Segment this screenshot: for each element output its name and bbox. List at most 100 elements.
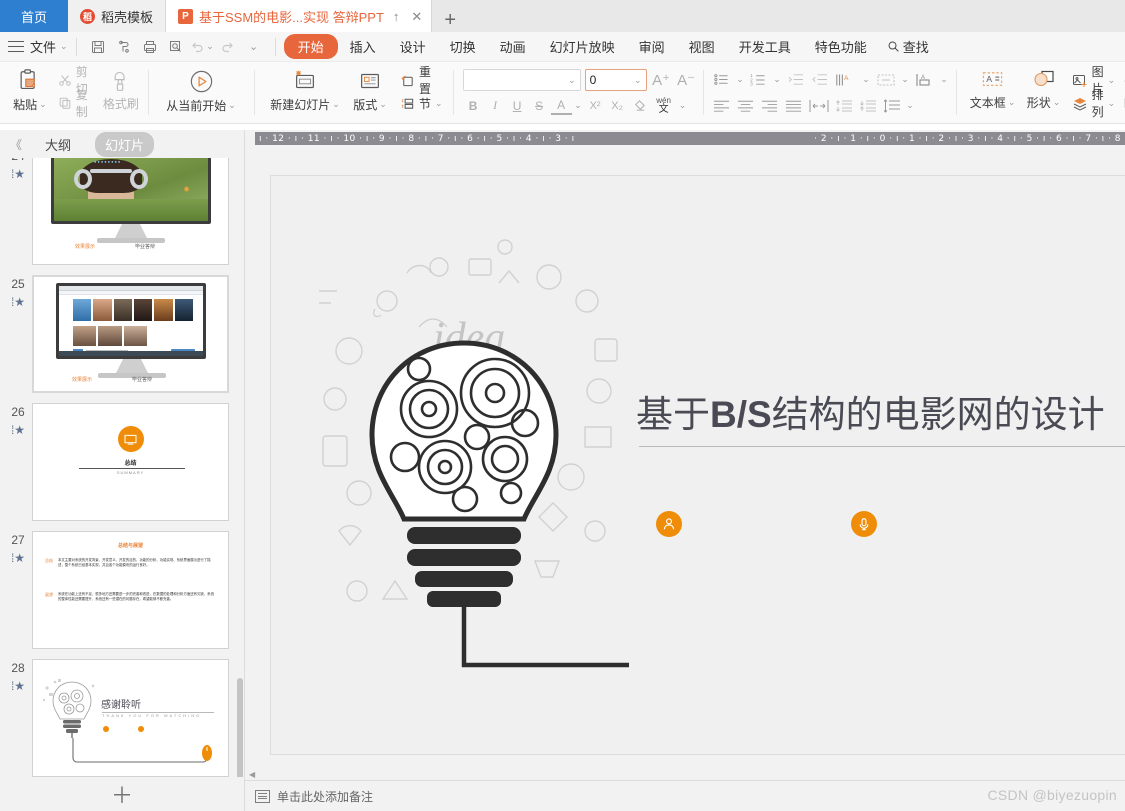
copy-button[interactable]: 复制 (54, 88, 100, 119)
ribbon-tab-features[interactable]: 特色功能 (803, 34, 879, 59)
align-right-button[interactable] (759, 95, 781, 116)
numbered-list-button[interactable]: 123 (748, 69, 770, 90)
subscript-button[interactable]: X₂ (607, 95, 628, 116)
tab-close-icon[interactable]: ✕ (408, 10, 425, 23)
ribbon-tab-developer[interactable]: 开发工具 (727, 34, 803, 59)
slide-thumbnail[interactable]: 总结与展望 总结 本文主要对系统的开发背景、开发意义、开发的目的、功能的分析、功… (32, 531, 229, 649)
reset-button[interactable]: 重置 (396, 65, 447, 96)
horizontal-ruler[interactable]: ı · 12 · ı · 11 · ı · 10 · ı · 9 · ı · 8… (245, 130, 1125, 147)
thumbnail-scrollbar[interactable] (237, 678, 243, 777)
microphone-icon[interactable] (851, 511, 877, 537)
grow-font-button[interactable]: A⁺ (651, 70, 672, 91)
slide-thumbnail[interactable]: 总结 SUMMARY (32, 403, 229, 521)
tab-upload-icon[interactable]: ↑ (390, 10, 403, 23)
horizontal-scrollbar[interactable]: ◀ (245, 768, 1125, 780)
font-color-dropdown-icon[interactable]: ⌄ (573, 95, 584, 116)
text-direction-button[interactable]: A (833, 69, 859, 90)
line-spacing-button[interactable] (881, 95, 903, 116)
layout-button[interactable]: 版式 ⌄ (344, 64, 396, 113)
tab-document[interactable]: P 基于SSM的电影...实现 答辩PPT ↑ ✕ (166, 0, 433, 32)
thumbnail-row[interactable]: 24 ⁞★ ✹ ●●●●●●●● (0, 158, 244, 272)
tab-slides[interactable]: 幻灯片 (95, 131, 155, 157)
new-slide-button[interactable]: 新建幻灯片 ⌄ (266, 64, 344, 113)
outline-button[interactable]: 轮 (1119, 92, 1125, 114)
shrink-font-button[interactable]: A⁻ (676, 70, 697, 91)
clear-format-button[interactable] (629, 95, 650, 116)
animation-star-icon[interactable]: ⁞★ (11, 424, 25, 436)
save-icon[interactable] (85, 35, 111, 59)
animation-star-icon[interactable]: ⁞★ (11, 680, 25, 692)
ribbon-tab-slideshow[interactable]: 幻灯片放映 (538, 34, 627, 59)
add-slide-button[interactable]: ＋ (0, 777, 244, 811)
file-menu[interactable]: 文件 ⌄ (30, 37, 68, 56)
start-from-current-button[interactable]: 从当前开始 ⌄ (162, 64, 240, 114)
text-direction-dropdown-icon[interactable]: ⌄ (861, 69, 872, 90)
animation-star-icon[interactable]: ⁞★ (11, 296, 25, 308)
justify-button[interactable] (783, 95, 805, 116)
bold-button[interactable]: B (463, 95, 484, 116)
convert-smartart-dropdown-icon[interactable]: ⌄ (939, 69, 950, 90)
animation-star-icon[interactable]: ⁞★ (11, 552, 25, 564)
print-icon[interactable] (137, 35, 163, 59)
strikethrough-button[interactable]: S (529, 95, 550, 116)
undo-icon[interactable]: ⌄ (189, 35, 215, 59)
line-spacing-dropdown-icon[interactable]: ⌄ (905, 95, 916, 116)
find-button[interactable]: 查找 (887, 37, 929, 56)
thumbnail-row[interactable]: 26 ⁞★ 总结 SUMMARY (0, 400, 244, 528)
new-tab-button[interactable]: + (432, 10, 468, 32)
print-preview-icon[interactable] (163, 35, 189, 59)
ribbon-tab-insert[interactable]: 插入 (338, 34, 388, 59)
space-after-button[interactable] (857, 95, 879, 116)
increase-indent-button[interactable] (809, 69, 831, 90)
notes-placeholder[interactable]: 单击此处添加备注 (277, 788, 373, 805)
textbox-button[interactable]: A 文本框 ⌄ (966, 64, 1020, 111)
ribbon-tab-transition[interactable]: 切换 (438, 34, 488, 59)
pinyin-dropdown-icon[interactable]: ⌄ (678, 95, 688, 116)
ribbon-tab-review[interactable]: 审阅 (627, 34, 677, 59)
redo-icon[interactable] (215, 35, 241, 59)
pinyin-guide-button[interactable]: wén 文 (651, 95, 677, 116)
person-icon[interactable] (656, 511, 682, 537)
paste-button[interactable]: 粘贴 ⌄ (6, 64, 54, 113)
bullet-list-button[interactable] (711, 69, 733, 90)
undo-dropdown-icon[interactable]: ⌄ (206, 41, 214, 52)
thumbnail-row[interactable]: 25 ⁞★ 效果展示 毕业答辩 (0, 272, 244, 400)
italic-button[interactable]: I (485, 95, 506, 116)
font-size-select[interactable]: 0 ⌄ (584, 69, 647, 91)
tab-outline[interactable]: 大纲 (35, 132, 81, 157)
align-text-button[interactable] (874, 69, 898, 90)
ribbon-tab-animation[interactable]: 动画 (488, 34, 538, 59)
thumbnail-row[interactable]: 27 ⁞★ 总结与展望 总结 本文主要对系统的开发背景、开发意义、开发的目的、功… (0, 528, 244, 656)
arrange-button[interactable]: 排列 ⌄ (1068, 88, 1120, 119)
align-center-button[interactable] (735, 95, 757, 116)
space-before-button[interactable] (833, 95, 855, 116)
numbered-list-dropdown-icon[interactable]: ⌄ (772, 69, 783, 90)
tab-home[interactable]: 首页 (0, 0, 68, 32)
align-left-button[interactable] (711, 95, 733, 116)
thumbnail-list[interactable]: 24 ⁞★ ✹ ●●●●●●●● (0, 158, 244, 777)
animation-star-icon[interactable]: ⁞★ (11, 168, 25, 180)
customize-quick-access-icon[interactable]: ⌄ (241, 35, 267, 59)
distribute-button[interactable] (807, 95, 831, 116)
superscript-button[interactable]: X² (585, 95, 606, 116)
ribbon-tab-design[interactable]: 设计 (388, 34, 438, 59)
ribbon-tab-home[interactable]: 开始 (283, 34, 338, 59)
slide-title[interactable]: 基于B/S结构的电影网的设计 (636, 384, 1105, 438)
shape-button[interactable]: 形状 ⌄ (1020, 64, 1068, 111)
collapse-panel-icon[interactable]: 《 (10, 136, 22, 153)
slide-thumbnail[interactable]: 感谢聆听 THANK YOU FOR WATCHING (32, 659, 229, 777)
hamburger-menu-icon[interactable] (8, 40, 24, 53)
slide-thumbnail[interactable]: 效果展示 毕业答辩 (32, 275, 229, 393)
tab-docer-template[interactable]: 稻 稻壳模板 (68, 0, 167, 32)
font-color-button[interactable]: A (550, 96, 572, 115)
output-pdf-icon[interactable] (111, 35, 137, 59)
section-button[interactable]: 节 ⌄ (396, 92, 447, 114)
scroll-left-arrow[interactable]: ◀ (245, 770, 259, 779)
slide-thumbnail[interactable]: ✹ ●●●●●●●● 效果展示 毕业答辩 (32, 158, 229, 265)
bullet-list-dropdown-icon[interactable]: ⌄ (735, 69, 746, 90)
underline-button[interactable]: U (507, 95, 528, 116)
font-family-select[interactable]: ⌄ (462, 69, 581, 91)
decrease-indent-button[interactable] (785, 69, 807, 90)
current-slide[interactable]: idea 基于B/S结构的电影网的设计 (270, 175, 1125, 755)
ribbon-tab-view[interactable]: 视图 (677, 34, 727, 59)
